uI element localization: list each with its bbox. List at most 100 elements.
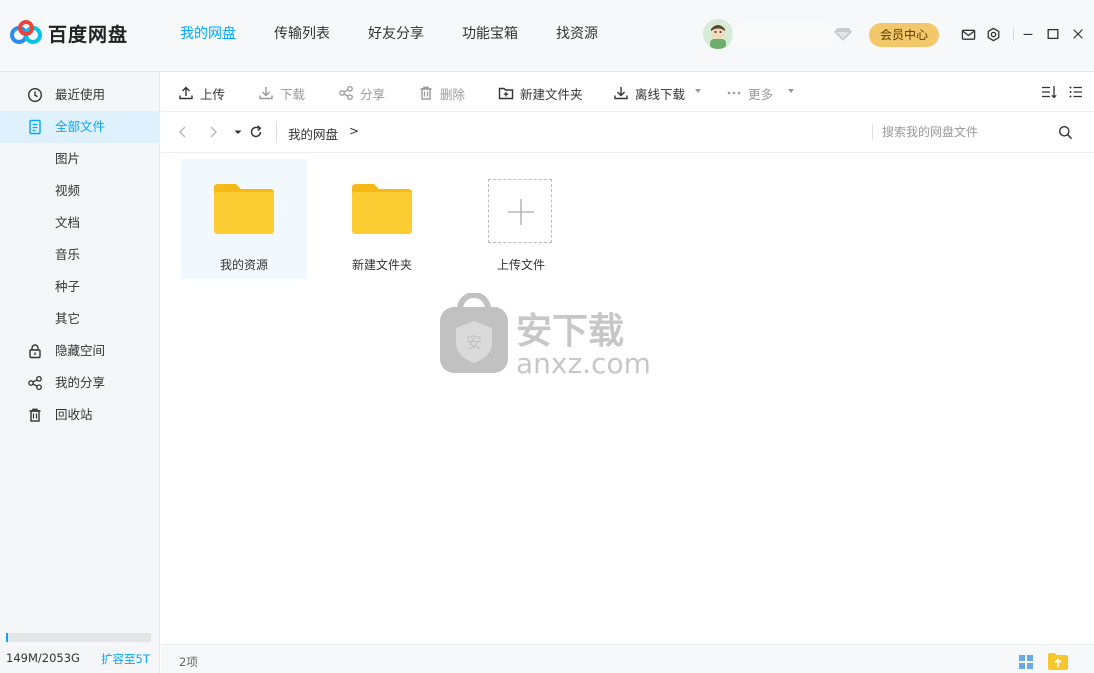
- delete-label: 删除: [440, 86, 466, 102]
- download-icon: [259, 87, 273, 100]
- storage-quota-bar: [6, 633, 151, 642]
- breadcrumb-my-disk[interactable]: 我的网盘: [288, 124, 338, 143]
- trash-icon: [420, 86, 432, 100]
- watermark-text-cn: 安下载: [516, 311, 624, 352]
- search-divider: [872, 124, 873, 140]
- refresh-icon[interactable]: [249, 125, 263, 139]
- sidebar-item-music[interactable]: 音乐: [0, 239, 160, 271]
- address-bar: 我的网盘 >: [161, 112, 1094, 153]
- sidebar-item-images[interactable]: 图片: [0, 143, 160, 175]
- back-arrow-icon[interactable]: [176, 125, 190, 139]
- status-bar: 2项: [161, 644, 1094, 673]
- sidebar-item-label: 文档: [55, 215, 81, 230]
- sidebar-item-videos[interactable]: 视频: [0, 175, 160, 207]
- plus-icon: [508, 199, 534, 225]
- app-logo: 百度网盘: [10, 19, 128, 47]
- sidebar-item-label: 音乐: [55, 247, 81, 262]
- sidebar-item-label: 最近使用: [55, 87, 106, 102]
- document-icon: [29, 119, 41, 135]
- expand-storage-link[interactable]: 扩容至5T: [101, 651, 150, 667]
- search-icon[interactable]: [1058, 125, 1073, 140]
- offline-download-icon: [614, 87, 628, 100]
- storage-quota-fill: [6, 633, 8, 642]
- new-folder-icon: [498, 87, 514, 100]
- tab-transfer-list[interactable]: 传输列表: [274, 0, 330, 72]
- storage-usage-text: 149M/2053G: [6, 651, 80, 665]
- more-dots-icon: [727, 91, 741, 95]
- offline-download-dropdown-icon[interactable]: [695, 89, 701, 93]
- more-button[interactable]: 更多: [726, 84, 773, 102]
- app-name: 百度网盘: [48, 23, 129, 46]
- folder-item[interactable]: 新建文件夹: [319, 159, 445, 279]
- lock-icon: [29, 344, 41, 359]
- new-folder-button[interactable]: 新建文件夹: [498, 84, 583, 102]
- sidebar-item-recycle-bin[interactable]: 回收站: [0, 399, 160, 431]
- sidebar-item-recent[interactable]: 最近使用: [0, 79, 160, 111]
- close-icon[interactable]: [1070, 26, 1086, 42]
- upload-button[interactable]: 上传: [178, 84, 225, 102]
- avatar-image-icon: [703, 19, 733, 49]
- offline-download-label: 离线下载: [635, 86, 686, 102]
- title-bar: 百度网盘 我的网盘 传输列表 好友分享 功能宝箱 找资源 会员中心: [0, 0, 1094, 72]
- history-dropdown-icon[interactable]: [231, 125, 245, 139]
- download-label: 下载: [280, 86, 306, 102]
- sidebar-item-label: 图片: [55, 151, 81, 166]
- sidebar-item-label: 视频: [55, 183, 81, 198]
- avatar[interactable]: [703, 19, 733, 49]
- sidebar-item-label: 其它: [55, 311, 81, 326]
- item-count: 2项: [179, 655, 198, 669]
- forward-arrow-icon[interactable]: [206, 125, 220, 139]
- upload-icon: [179, 86, 193, 100]
- sidebar-item-documents[interactable]: 文档: [0, 207, 160, 239]
- upload-drop-box[interactable]: [488, 179, 552, 243]
- minimize-icon[interactable]: [1020, 26, 1036, 42]
- tab-friend-share[interactable]: 好友分享: [368, 0, 424, 72]
- sort-icon[interactable]: [1041, 84, 1058, 100]
- sidebar-item-others[interactable]: 其它: [0, 303, 160, 335]
- sidebar-item-my-shares[interactable]: 我的分享: [0, 367, 160, 399]
- folder-icon: [214, 184, 274, 234]
- search-input[interactable]: [882, 122, 1052, 142]
- mail-icon[interactable]: [960, 26, 976, 42]
- folder-icon: [352, 184, 412, 234]
- watermark-logo: 安 安下载 anxz.com: [440, 293, 651, 380]
- tab-find-resources[interactable]: 找资源: [556, 0, 598, 72]
- sidebar-item-all-files[interactable]: 全部文件: [0, 111, 160, 143]
- sidebar-item-torrents[interactable]: 种子: [0, 271, 160, 303]
- transfer-upload-icon[interactable]: [1048, 652, 1068, 670]
- share-icon: [28, 375, 42, 391]
- watermark-badge: 安: [466, 333, 482, 352]
- main-nav-tabs: 我的网盘 传输列表 好友分享 功能宝箱 找资源: [180, 0, 636, 72]
- list-view-icon[interactable]: [1068, 84, 1084, 100]
- delete-button[interactable]: 删除: [418, 84, 465, 102]
- sidebar-item-hidden-space[interactable]: 隐藏空间: [0, 335, 160, 367]
- clock-icon: [27, 87, 43, 103]
- vip-center-button[interactable]: 会员中心: [869, 23, 939, 47]
- vip-diamond-icon[interactable]: [834, 26, 852, 42]
- share-icon: [339, 85, 353, 101]
- more-label: 更多: [748, 86, 774, 102]
- upload-label: 上传: [200, 86, 226, 102]
- more-dropdown-icon[interactable]: [788, 89, 794, 93]
- file-name: 上传文件: [496, 258, 545, 272]
- baidu-netdisk-logo-icon: [10, 20, 42, 44]
- maximize-icon[interactable]: [1045, 26, 1061, 42]
- file-grid: 我的资源 新建文件夹 上传文件 安 安下载 anxz.com: [161, 153, 1094, 644]
- file-name: 新建文件夹: [351, 258, 412, 272]
- trash-icon: [29, 408, 41, 422]
- offline-download-button[interactable]: 离线下载: [613, 84, 685, 102]
- grid-view-icon[interactable]: [1018, 654, 1034, 670]
- new-folder-label: 新建文件夹: [520, 86, 583, 102]
- watermark-text-en: anxz.com: [516, 347, 651, 380]
- upload-file-tile[interactable]: 上传文件: [454, 159, 580, 279]
- download-button[interactable]: 下载: [258, 84, 305, 102]
- address-divider: [276, 122, 277, 142]
- sidebar-item-label: 回收站: [55, 407, 93, 422]
- folder-item[interactable]: 我的资源: [181, 159, 307, 279]
- tab-toolbox[interactable]: 功能宝箱: [462, 0, 518, 72]
- settings-icon[interactable]: [985, 26, 1001, 42]
- tab-my-disk[interactable]: 我的网盘: [180, 0, 236, 72]
- breadcrumb-separator: >: [349, 124, 360, 138]
- sidebar: 最近使用 全部文件 图片 视频 文档 音乐 种子 其它 隐藏空间 我的分享 回收…: [0, 72, 160, 673]
- share-button[interactable]: 分享: [338, 84, 385, 102]
